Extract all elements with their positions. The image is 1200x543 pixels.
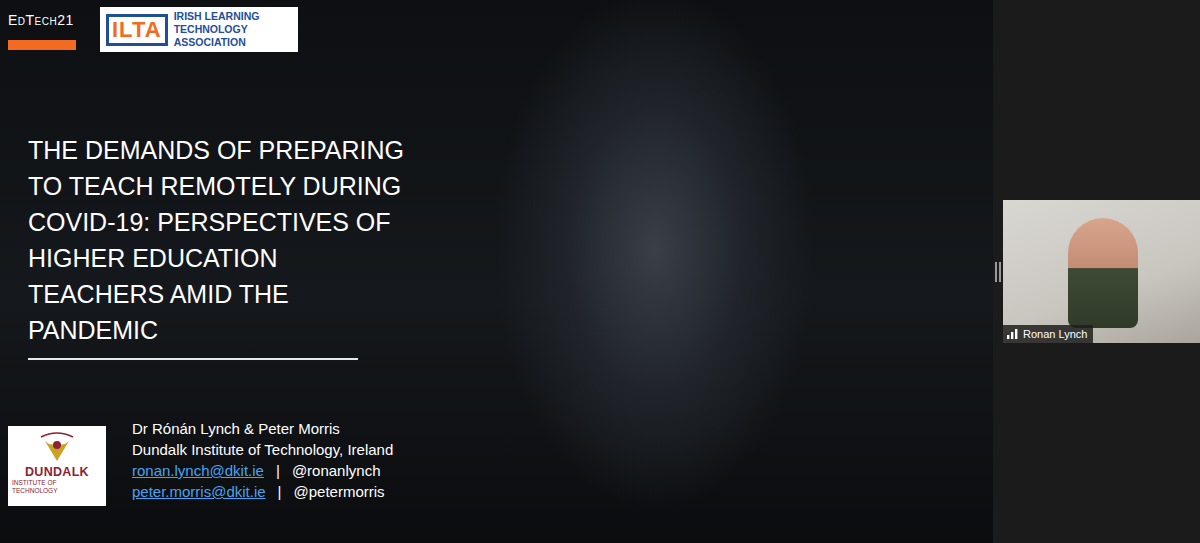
email-link: peter.morris@dkit.ie xyxy=(132,483,266,500)
title-line: HIGHER EDUCATION xyxy=(28,240,993,276)
crest-icon xyxy=(37,431,77,465)
signal-icon xyxy=(1007,329,1019,339)
twitter-handle: @petermorris xyxy=(294,483,385,500)
separator: | xyxy=(264,462,292,479)
authors: Dr Rónán Lynch & Peter Morris xyxy=(132,418,393,439)
meeting-window: EdTech21 ILTA IRISH LEARNING TECHNOLOGY … xyxy=(0,0,1200,543)
dkit-subtitle: INSTITUTE OF TECHNOLOGY xyxy=(12,479,102,495)
title-line: TEACHERS AMID THE xyxy=(28,276,993,312)
title-line: TO TEACH REMOTELY DURING xyxy=(28,168,993,204)
title-line: THE DEMANDS OF PREPARING xyxy=(28,132,993,168)
dkit-name: DUNDALK xyxy=(25,465,89,479)
ilta-mark: ILTA xyxy=(106,14,168,46)
participant-list: Ronan Lynch xyxy=(1001,200,1200,343)
author-block: Dr Rónán Lynch & Peter Morris Dundalk In… xyxy=(132,418,393,502)
affiliation: Dundalk Institute of Technology, Ireland xyxy=(132,439,393,460)
email-link: ronan.lynch@dkit.ie xyxy=(132,462,264,479)
contact-list: ronan.lynch@dkit.ie|@ronanlynchpeter.mor… xyxy=(132,460,393,502)
video-frame xyxy=(1068,218,1138,328)
slide-footer: DUNDALK INSTITUTE OF TECHNOLOGY Dr Rónán… xyxy=(8,418,993,506)
contact-row: peter.morris@dkit.ie|@petermorris xyxy=(132,481,393,502)
panel-splitter[interactable] xyxy=(995,262,1001,282)
participant-name: Ronan Lynch xyxy=(1023,327,1087,341)
title-rule xyxy=(28,358,358,360)
twitter-handle: @ronanlynch xyxy=(292,462,381,479)
event-bar xyxy=(8,40,76,50)
title-line: COVID-19: PERSPECTIVES OF xyxy=(28,204,993,240)
ilta-logo: ILTA IRISH LEARNING TECHNOLOGY ASSOCIATI… xyxy=(100,7,298,52)
slide-title: THE DEMANDS OF PREPARINGTO TEACH REMOTEL… xyxy=(28,132,993,348)
event-name: EdTech21 xyxy=(8,7,76,29)
slide-header: EdTech21 ILTA IRISH LEARNING TECHNOLOGY … xyxy=(8,7,993,52)
name-label: Ronan Lynch xyxy=(1003,325,1093,343)
title-line: PANDEMIC xyxy=(28,312,993,348)
ilta-name: IRISH LEARNING TECHNOLOGY ASSOCIATION xyxy=(174,10,292,49)
event-logo: EdTech21 xyxy=(8,7,76,52)
participant-panel: Ronan Lynch xyxy=(993,0,1200,543)
shared-slide: EdTech21 ILTA IRISH LEARNING TECHNOLOGY … xyxy=(0,0,993,543)
separator: | xyxy=(266,483,294,500)
dkit-logo: DUNDALK INSTITUTE OF TECHNOLOGY xyxy=(8,426,106,506)
video-tile[interactable]: Ronan Lynch xyxy=(1003,200,1200,343)
contact-row: ronan.lynch@dkit.ie|@ronanlynch xyxy=(132,460,393,481)
